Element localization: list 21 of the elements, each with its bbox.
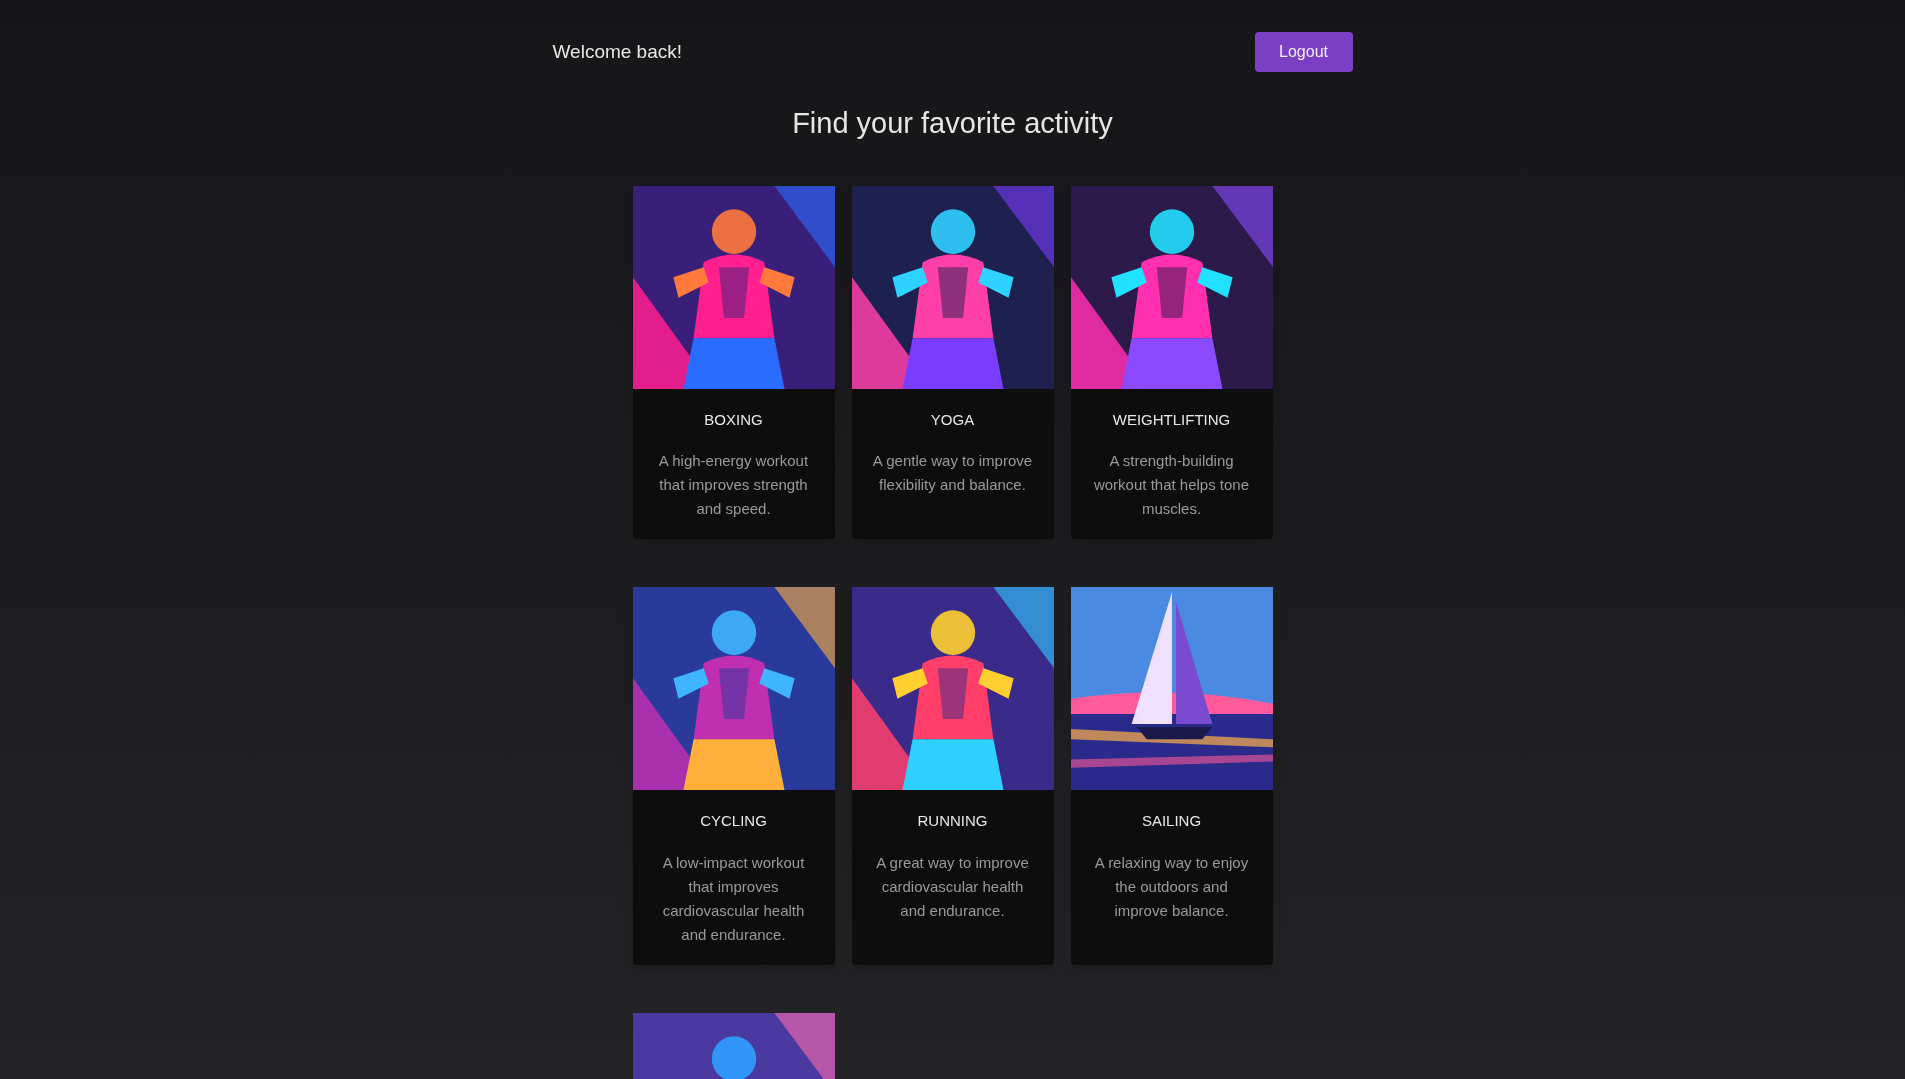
activity-title: SAILING bbox=[1141, 811, 1202, 831]
activity-description: A strength-building workout that helps tone muscles. bbox=[1092, 451, 1251, 519]
welcome-text: Welcome back! bbox=[552, 39, 683, 64]
activity-title: WEIGHTLIFTING bbox=[1112, 409, 1231, 430]
logout-button[interactable]: Logout bbox=[1254, 32, 1353, 72]
activity-title: BOXING bbox=[704, 409, 763, 430]
activity-title: CYCLING bbox=[700, 811, 767, 831]
activity-card[interactable]: CYCLING A low-impact workout that improves cardiovascular health and endurance. bbox=[632, 587, 835, 965]
activity-card[interactable]: BOXING A high-energy workout that improves strength and speed. bbox=[632, 185, 835, 539]
activity-card[interactable]: RUNNING A great way to improve cardiovascular health and endurance. bbox=[851, 587, 1054, 965]
activity-description: A relaxing way to enjoy the outdoors and improve balance. bbox=[1093, 852, 1250, 921]
activity-card[interactable]: WEIGHTLIFTING A strength-building workout that helps tone muscles. bbox=[1070, 185, 1273, 539]
activity-card[interactable]: SAILING A relaxing way to enjoy the outdoors and improve balance. bbox=[1070, 587, 1273, 965]
activity-title: YOGA bbox=[930, 409, 975, 430]
activity-title: RUNNING bbox=[917, 811, 988, 831]
activity-description: A low-impact workout that improves cardiovascular health and endurance. bbox=[661, 852, 806, 945]
activity-description: A high-energy workout that improves strength and speed. bbox=[657, 451, 810, 519]
activity-description: A great way to improve cardiovascular health and endurance. bbox=[875, 852, 1030, 921]
page-title: Find your favorite activity bbox=[792, 106, 1113, 141]
activity-card[interactable]: YOGA A gentle way to improve flexibility and balance. bbox=[851, 185, 1054, 539]
activity-description: A gentle way to improve flexibility and balance. bbox=[871, 451, 1034, 495]
